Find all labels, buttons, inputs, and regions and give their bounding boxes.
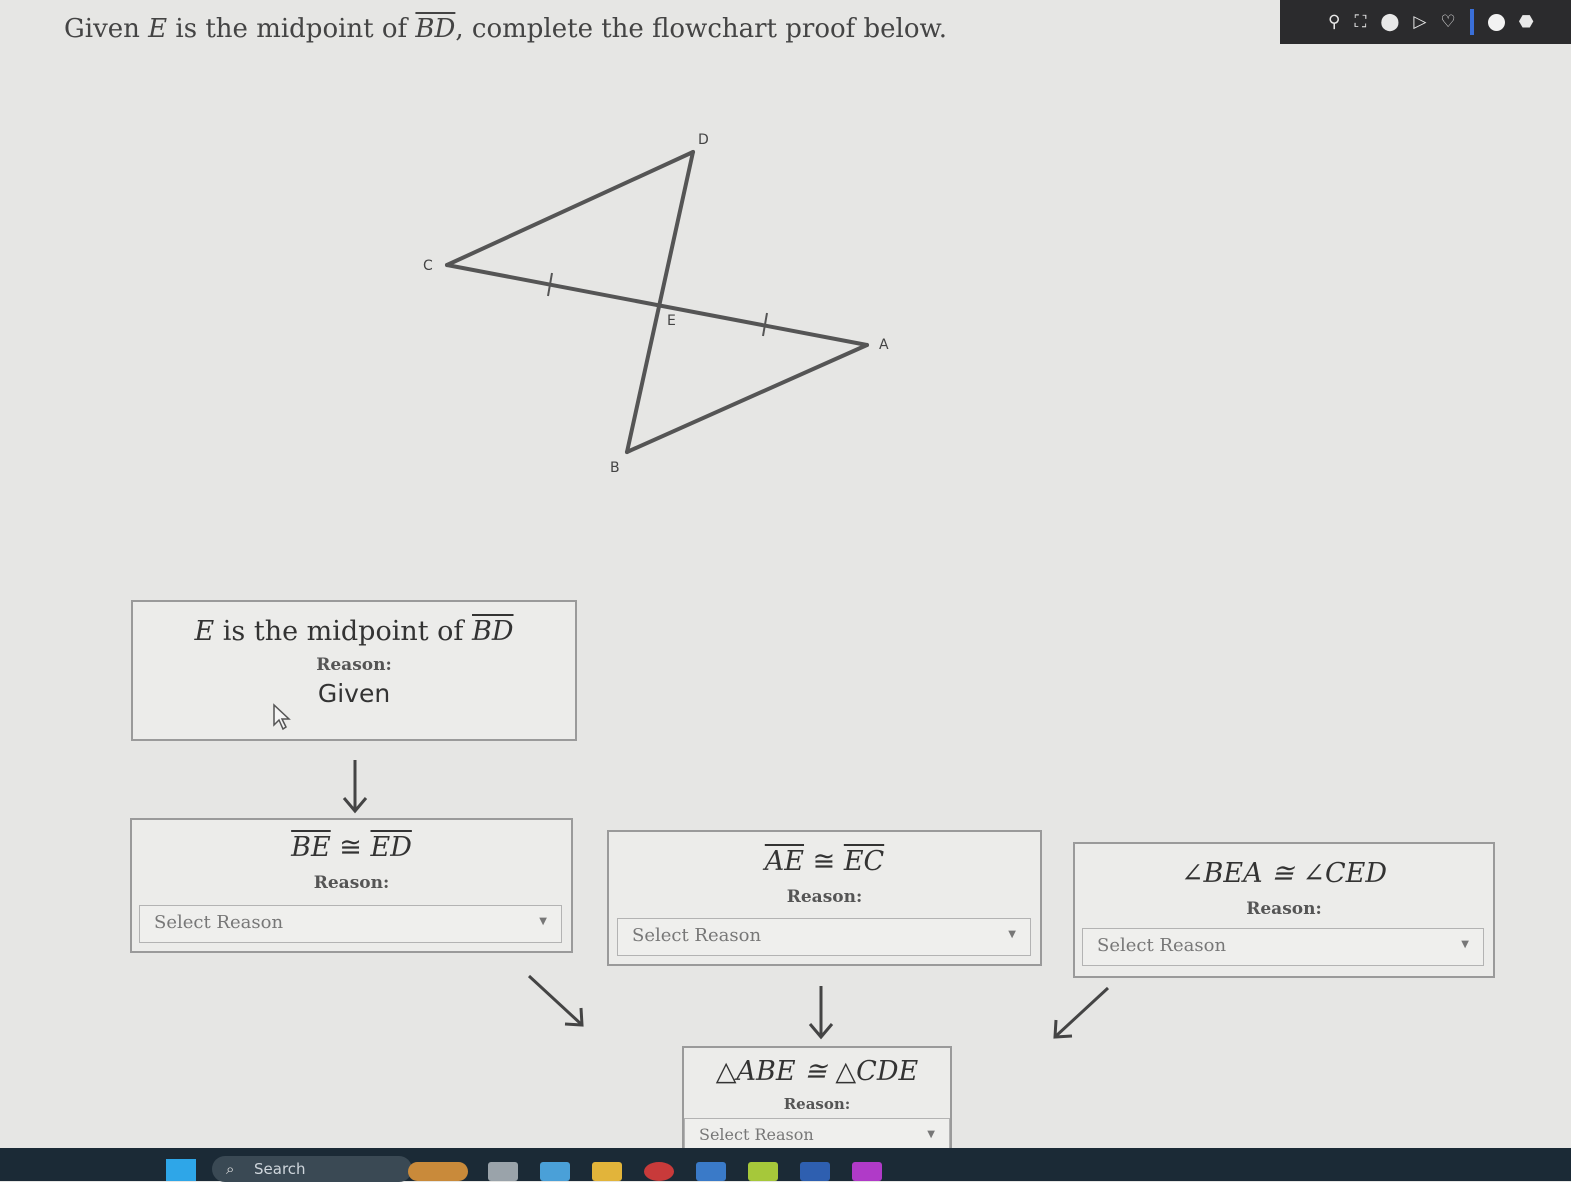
step1-text: is the midpoint of — [214, 616, 473, 647]
step1-reason-label: Reason: — [316, 655, 392, 675]
step1-segment: BD — [472, 616, 514, 647]
step2-box: BE ≅ ED Reason: Select Reason ▼ — [130, 818, 573, 953]
step3-left-segment: AE — [764, 846, 805, 877]
app-icon[interactable] — [800, 1162, 830, 1181]
segment-CA — [445, 263, 869, 347]
step4-reason-select[interactable]: Select Reason ▼ — [1082, 928, 1484, 966]
windows-start-icon[interactable] — [166, 1159, 196, 1181]
step2-reason-label: Reason: — [313, 873, 390, 893]
step2-right-segment: ED — [370, 832, 412, 863]
step5-statement: △ABE ≅ △CDE — [715, 1056, 919, 1087]
flow-arrow-down-2 — [808, 986, 834, 1040]
app-icon[interactable] — [696, 1162, 726, 1181]
step3-right-segment: EC — [843, 846, 885, 877]
divider — [1469, 9, 1474, 35]
step3-reason-select[interactable]: Select Reason ▼ — [617, 918, 1031, 956]
task-view-icon[interactable] — [488, 1162, 518, 1181]
step3-box: AE ≅ EC Reason: Select Reason ▼ — [607, 830, 1042, 966]
prompt-segment: BD — [415, 14, 456, 44]
prompt-pre: Given — [64, 14, 149, 44]
problem-prompt: Given E is the midpoint of BD, complete … — [64, 14, 947, 44]
prompt-var: E — [148, 14, 168, 44]
step2-left-segment: BE — [291, 832, 331, 863]
step1-reason-value: Given — [317, 679, 391, 708]
system-tray: ⚲ ⛶ ⬤ ▷ ♡ ⬣ — [1280, 0, 1571, 44]
step2-statement: BE ≅ ED — [132, 832, 571, 863]
step2-select-value: Select Reason — [154, 912, 284, 933]
step5-box: △ABE ≅ △CDE Reason: Select Reason ▼ — [682, 1046, 952, 1156]
step2-reason-select[interactable]: Select Reason ▼ — [139, 905, 562, 943]
app-icon[interactable] — [748, 1162, 778, 1181]
heart-icon[interactable]: ♡ — [1440, 13, 1455, 31]
chevron-down-icon: ▼ — [539, 916, 547, 927]
step4-box: ∠BEA ≅ ∠CED Reason: Select Reason ▼ — [1073, 842, 1495, 978]
crop-icon[interactable]: ⛶ — [1354, 13, 1366, 31]
segment-AB — [625, 343, 869, 454]
app-icon[interactable] — [852, 1162, 882, 1181]
step5-reason-label: Reason: — [783, 1095, 851, 1113]
step3-statement: AE ≅ EC — [609, 846, 1040, 877]
step4-reason-label: Reason: — [1246, 899, 1322, 919]
step1-statement: E is the midpoint of BD — [133, 616, 575, 647]
file-explorer-icon[interactable] — [592, 1162, 622, 1181]
app-icon[interactable] — [540, 1162, 570, 1181]
extension-icon[interactable]: ⬣ — [1519, 13, 1534, 31]
segment-DC — [445, 150, 695, 267]
step4-select-value: Select Reason — [1097, 935, 1227, 956]
search-icon: ⌕ — [226, 1160, 235, 1178]
flow-arrow-diag-left — [1053, 986, 1110, 1039]
geometry-diagram: D C E A B — [423, 132, 889, 476]
profile-icon[interactable] — [1487, 13, 1505, 31]
pin-icon[interactable]: ⚲ — [1328, 13, 1340, 31]
step4-statement: ∠BEA ≅ ∠CED — [1180, 858, 1388, 889]
flow-arrow-down-1 — [342, 760, 368, 814]
prompt-post: , complete the flowchart proof below. — [455, 14, 947, 44]
step3-select-value: Select Reason — [632, 925, 762, 946]
step1-var: E — [194, 616, 215, 647]
step3-reason-label: Reason: — [786, 887, 863, 907]
label-D: D — [698, 132, 709, 148]
step1-box: E is the midpoint of BD Reason: Given — [131, 600, 577, 741]
flow-arrow-diag-right — [527, 974, 584, 1027]
prompt-mid: is the midpoint of — [167, 14, 416, 44]
step2-congruent: ≅ — [330, 832, 371, 863]
chevron-down-icon: ▼ — [927, 1129, 935, 1140]
play-icon[interactable]: ▷ — [1413, 13, 1426, 31]
chevron-down-icon: ▼ — [1461, 939, 1469, 950]
label-C: C — [423, 258, 433, 274]
label-B: B — [610, 460, 620, 476]
mouse-cursor-icon — [273, 703, 291, 731]
taskbar-search-label: Search — [254, 1160, 306, 1178]
shield-icon[interactable]: ⬤ — [1380, 13, 1399, 31]
taskbar-search[interactable]: ⌕ Search — [212, 1156, 412, 1182]
label-A: A — [879, 337, 889, 353]
browser-icon[interactable] — [644, 1162, 674, 1181]
label-E: E — [667, 313, 676, 329]
chevron-down-icon: ▼ — [1008, 929, 1016, 940]
step3-congruent: ≅ — [804, 846, 844, 877]
step5-select-value: Select Reason — [699, 1125, 814, 1144]
widgets-icon[interactable] — [408, 1162, 468, 1181]
taskbar: ⌕ Search — [0, 1148, 1571, 1182]
